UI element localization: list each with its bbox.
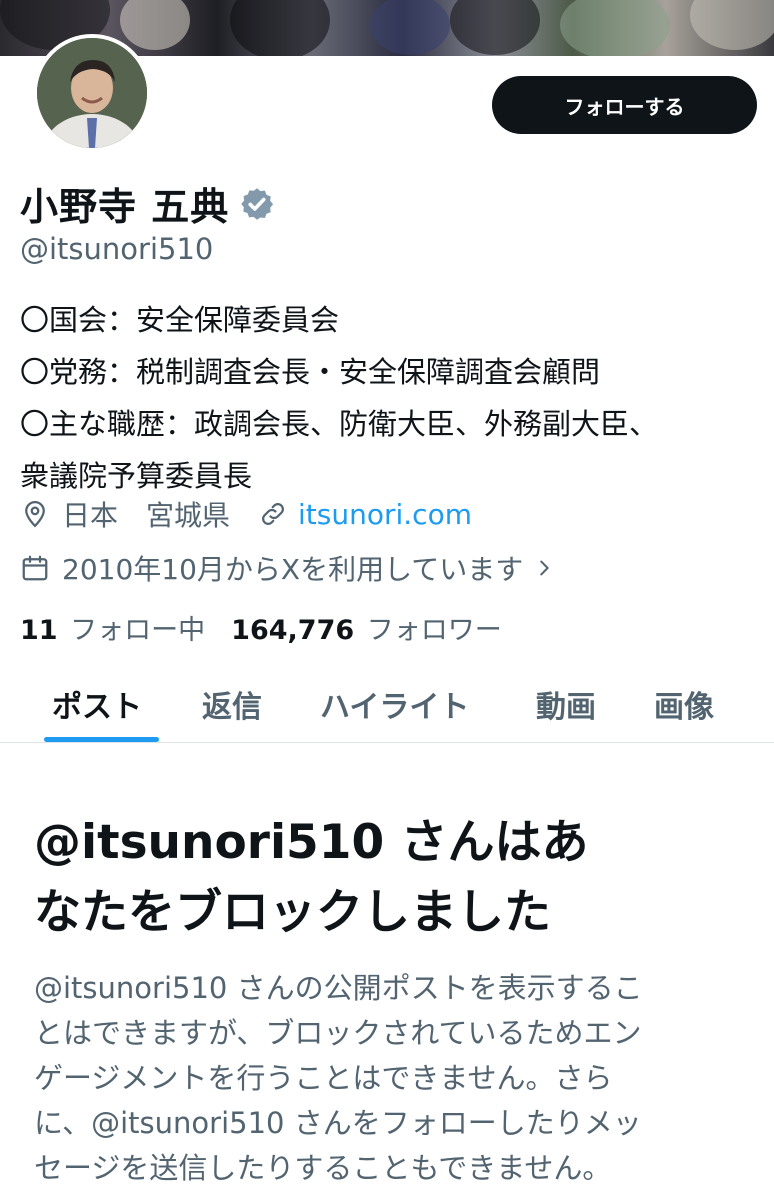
tab-videos[interactable]: 動画 <box>536 682 596 726</box>
blocked-title-line: @itsunori510 さんはあ <box>34 815 589 870</box>
joined-row[interactable]: 2010年10月からXを利用しています <box>20 548 555 588</box>
name-row: 小野寺 五典 <box>20 176 275 231</box>
profile-handle: @itsunori510 <box>20 232 214 266</box>
followers-link[interactable]: 164,776 フォロワー <box>231 608 502 647</box>
tab-highlights[interactable]: ハイライト <box>320 682 469 726</box>
chevron-right-icon <box>540 560 549 576</box>
display-name: 小野寺 五典 <box>20 185 230 229</box>
tab-replies[interactable]: 返信 <box>202 682 262 726</box>
tab-posts[interactable]: ポスト <box>52 682 142 726</box>
blocked-title: @itsunori510 さんはあ なたをブロックしました <box>34 808 754 948</box>
following-link[interactable]: 11 フォロー中 <box>20 608 205 647</box>
active-tab-indicator <box>44 737 159 742</box>
tab-images[interactable]: 画像 <box>654 682 714 726</box>
profile-tabs: ポスト 返信 ハイライト 動画 画像 <box>0 660 774 743</box>
followers-label: フォロワー <box>366 615 502 646</box>
link-icon <box>262 503 284 525</box>
avatar-photo <box>37 38 147 148</box>
profile-location: 日本 宮城県 <box>62 499 231 532</box>
bio-line: 〇主な職歴：政調会長、防衛大臣、外務副大臣、 <box>20 407 659 441</box>
bio-line: 〇党務：税制調査会長・安全保障調査会顧問 <box>20 355 601 389</box>
location-pin-icon <box>25 500 45 528</box>
follow-counts: 11 フォロー中 164,776 フォロワー <box>20 608 502 647</box>
blocked-description-line: セージを送信したりすることもできません。 <box>34 1151 612 1185</box>
profile-bio: 〇国会：安全保障委員会 〇党務：税制調査会長・安全保障調査会顧問 〇主な職歴：政… <box>20 294 760 502</box>
blocked-description-line: とはできますが、ブロックされているためエン <box>34 1016 642 1050</box>
blocked-description-line: @itsunori510 さんの公開ポストを表示するこ <box>34 971 643 1005</box>
followers-count: 164,776 <box>231 615 355 646</box>
profile-avatar[interactable] <box>33 34 151 152</box>
profile-website-link[interactable]: itsunori.com <box>298 498 472 531</box>
following-label: フォロー中 <box>70 615 206 646</box>
blocked-title-line: なたをブロックしました <box>34 885 551 940</box>
verified-badge-icon[interactable] <box>239 186 275 222</box>
blocked-description-line: に、@itsunori510 さんをフォローしたりメッ <box>34 1106 642 1140</box>
blocked-description: @itsunori510 さんの公開ポストを表示するこ とはできますが、ブロック… <box>34 966 754 1191</box>
location-website-row: 日本 宮城県 itsunori.com <box>20 494 472 534</box>
calendar-icon <box>22 555 48 581</box>
profile-joined-date: 2010年10月からXを利用しています <box>62 553 524 586</box>
follow-button[interactable]: フォローする <box>492 76 757 134</box>
following-count: 11 <box>20 615 58 646</box>
bio-line: 〇国会：安全保障委員会 <box>20 303 340 337</box>
blocked-description-line: ゲージメントを行うことはできません。さら <box>34 1061 613 1095</box>
